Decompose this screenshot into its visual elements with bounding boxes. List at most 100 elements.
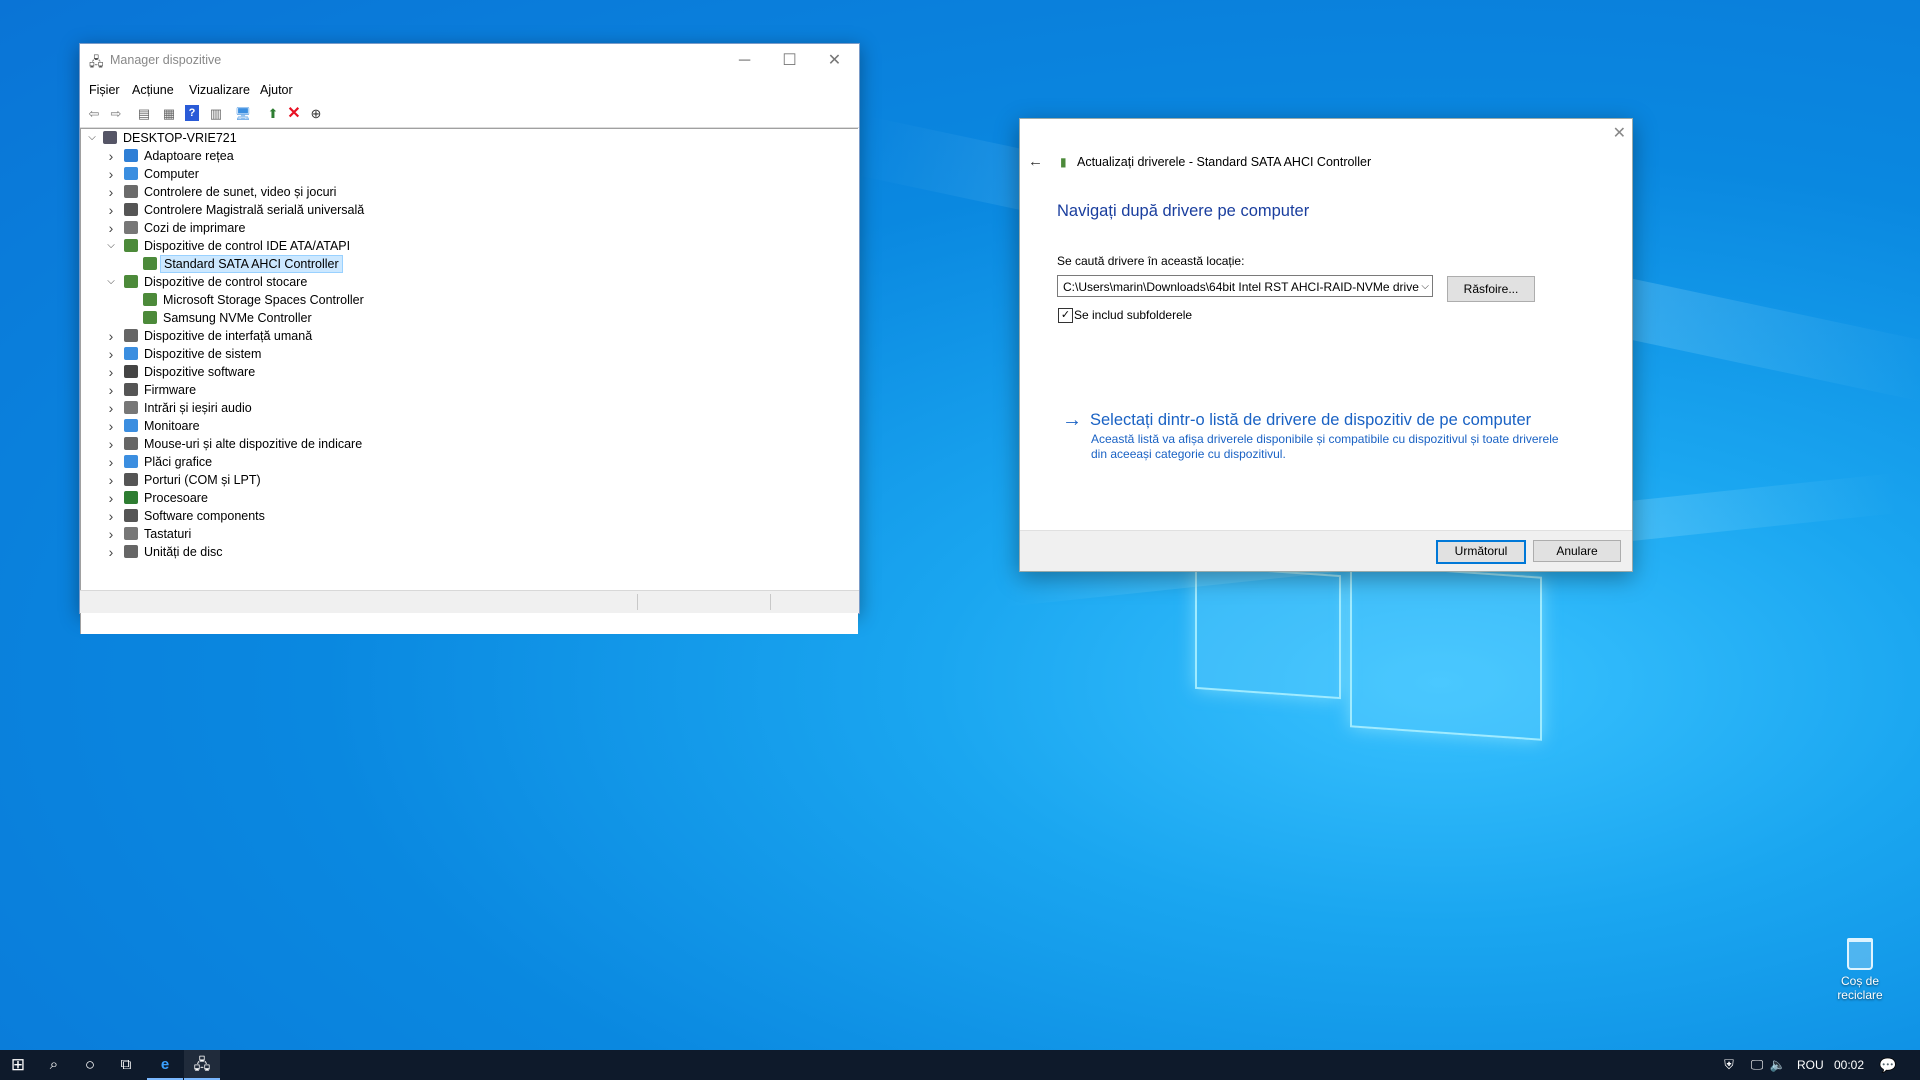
include-subfolders-checkbox[interactable]: ✓ xyxy=(1058,308,1073,323)
title-bar[interactable]: 🖧 Manager dispozitive ─ ☐ ✕ xyxy=(80,44,859,77)
usb-icon xyxy=(124,203,138,216)
windows-start-icon[interactable]: ⊞ xyxy=(0,1050,36,1080)
menu-file[interactable]: Fișier xyxy=(89,83,120,97)
chevron-down-icon[interactable]: ⌵ xyxy=(1421,276,1429,296)
update-drivers-dialog: ✕ ← ▮ Actualizați driverele - Standard S… xyxy=(1019,118,1633,572)
include-subfolders-label[interactable]: Se includ subfolderele xyxy=(1074,308,1192,322)
chevron-right-icon[interactable]: › xyxy=(105,543,117,561)
arrow-right-icon[interactable]: → xyxy=(1062,409,1082,432)
device-manager-app-icon: 🖧 xyxy=(89,54,104,69)
chevron-down-icon[interactable]: ⌵ xyxy=(105,237,117,255)
tree-node-label: Adaptoare rețea xyxy=(144,149,234,163)
keyboard-icon xyxy=(124,527,138,540)
search-location-label: Se caută drivere în această locație: xyxy=(1057,254,1245,268)
show-hide-console-tree-icon[interactable]: ▤ xyxy=(135,105,153,123)
action-pane-icon[interactable]: ▥ xyxy=(207,105,225,123)
minimize-icon[interactable]: ─ xyxy=(722,44,767,77)
task-view-icon[interactable]: ⧉ xyxy=(108,1050,144,1080)
chevron-right-icon[interactable]: › xyxy=(105,525,117,543)
chevron-right-icon[interactable]: › xyxy=(105,435,117,453)
edge-browser-icon[interactable]: e xyxy=(147,1050,183,1080)
security-shield-icon[interactable]: ⛨ xyxy=(1717,1050,1741,1080)
tree-node-label: Samsung NVMe Controller xyxy=(163,311,312,325)
chevron-down-icon[interactable]: ⌵ xyxy=(86,129,98,147)
device-manager-window: 🖧 Manager dispozitive ─ ☐ ✕ Fișier Acțiu… xyxy=(79,43,860,634)
chevron-right-icon[interactable]: › xyxy=(105,399,117,417)
pick-from-list-link[interactable]: Selectați dintr-o listă de drivere de di… xyxy=(1090,411,1531,430)
cortana-icon[interactable]: ○ xyxy=(72,1050,108,1080)
scan-hardware-changes-icon[interactable]: 🖥 xyxy=(234,105,252,123)
search-icon[interactable]: ⌕ xyxy=(36,1050,72,1080)
chevron-right-icon[interactable]: › xyxy=(105,363,117,381)
chevron-right-icon[interactable]: › xyxy=(105,507,117,525)
windows-logo-pane xyxy=(1195,564,1341,700)
device-manager-taskbar-icon[interactable]: 🖧 xyxy=(184,1050,220,1080)
help-icon[interactable]: ? xyxy=(185,105,199,121)
driver-path-value: C:\Users\marin\Downloads\64bit Intel RST… xyxy=(1063,280,1419,294)
menu-action[interactable]: Acțiune xyxy=(132,83,174,97)
tree-node-label: Cozi de imprimare xyxy=(144,221,246,235)
menu-bar: Fișier Acțiune Vizualizare Ajutor xyxy=(80,77,859,101)
close-icon[interactable]: ✕ xyxy=(1613,123,1626,143)
ide-controller-icon xyxy=(124,239,138,252)
next-button[interactable]: Următorul xyxy=(1436,540,1526,564)
chevron-right-icon[interactable]: › xyxy=(105,219,117,237)
tree-node-label: Mouse-uri și alte dispozitive de indicar… xyxy=(144,437,363,451)
chevron-right-icon[interactable]: › xyxy=(105,381,117,399)
pick-from-list-description[interactable]: Această listă va afișa driverele disponi… xyxy=(1091,432,1561,462)
language-indicator[interactable]: ROU xyxy=(1797,1050,1824,1080)
tree-node-label: Intrări și ieșiri audio xyxy=(144,401,252,415)
properties-icon[interactable]: ▦ xyxy=(160,105,178,123)
back-arrow-icon[interactable]: ⇦ xyxy=(85,105,103,123)
volume-icon[interactable]: 🔈 xyxy=(1766,1050,1790,1080)
back-arrow-icon[interactable]: ← xyxy=(1028,153,1043,170)
chevron-down-icon[interactable]: ⌵ xyxy=(105,273,117,291)
chevron-right-icon[interactable]: › xyxy=(105,489,117,507)
chevron-right-icon[interactable]: › xyxy=(105,147,117,165)
dialog-title: Actualizați driverele - Standard SATA AH… xyxy=(1077,155,1372,169)
window-title: Manager dispozitive xyxy=(110,53,222,67)
chevron-right-icon[interactable]: › xyxy=(105,471,117,489)
computer-root-icon xyxy=(103,131,117,144)
chevron-right-icon[interactable]: › xyxy=(105,201,117,219)
chevron-right-icon[interactable]: › xyxy=(105,183,117,201)
driver-path-combobox[interactable]: C:\Users\marin\Downloads\64bit Intel RST… xyxy=(1057,275,1433,297)
action-center-icon[interactable]: 💬 xyxy=(1873,1050,1903,1080)
chevron-right-icon[interactable]: › xyxy=(105,345,117,363)
chevron-right-icon[interactable]: › xyxy=(105,417,117,435)
clock[interactable]: 00:02 xyxy=(1834,1050,1864,1080)
printer-icon xyxy=(124,221,138,234)
menu-view[interactable]: Vizualizare xyxy=(189,83,250,97)
tree-node-label: Standard SATA AHCI Controller xyxy=(160,255,343,273)
chevron-right-icon[interactable]: › xyxy=(105,165,117,183)
monitor-icon xyxy=(124,419,138,432)
software-device-icon xyxy=(124,365,138,378)
tree-node-label: Dispozitive de interfață umană xyxy=(144,329,313,343)
storage-controller-icon xyxy=(143,311,157,324)
tree-node-label: Dispozitive de sistem xyxy=(144,347,262,361)
processor-icon xyxy=(124,491,138,504)
chevron-right-icon[interactable]: › xyxy=(105,453,117,471)
cancel-button[interactable]: Anulare xyxy=(1533,540,1621,562)
close-icon[interactable]: ✕ xyxy=(812,44,857,77)
status-divider xyxy=(637,594,638,610)
menu-help[interactable]: Ajutor xyxy=(260,83,293,97)
sata-controller-icon: ▮ xyxy=(1060,155,1067,169)
browse-button[interactable]: Răsfoire... xyxy=(1447,276,1535,302)
enable-device-icon[interactable]: ⊕ xyxy=(307,105,325,123)
recycle-bin-shortcut[interactable]: Coș de reciclare xyxy=(1825,938,1895,1002)
toolbar: ⇦ ⇨ ▤ ▦ ? ▥ 🖥 ⬆ ✕ ⊕ xyxy=(80,101,859,128)
chevron-right-icon[interactable]: › xyxy=(105,327,117,345)
forward-arrow-icon[interactable]: ⇨ xyxy=(107,105,125,123)
recycle-bin-icon xyxy=(1847,938,1873,970)
update-driver-icon[interactable]: ⬆ xyxy=(264,105,282,123)
status-bar xyxy=(80,590,859,613)
speaker-icon xyxy=(124,185,138,198)
maximize-icon[interactable]: ☐ xyxy=(767,44,812,77)
taskbar: ⊞ ⌕ ○ ⧉ e 🖧 ⛨ 🖵 🔈 ROU 00:02 💬 xyxy=(0,1050,1920,1080)
tree-node-label: Computer xyxy=(144,167,199,181)
checkmark-icon: ✓ xyxy=(1060,309,1071,321)
uninstall-device-icon[interactable]: ✕ xyxy=(285,105,303,123)
tree-node-label: Dispozitive de control stocare xyxy=(144,275,308,289)
tree-node-label: Controlere de sunet, video și jocuri xyxy=(144,185,337,199)
